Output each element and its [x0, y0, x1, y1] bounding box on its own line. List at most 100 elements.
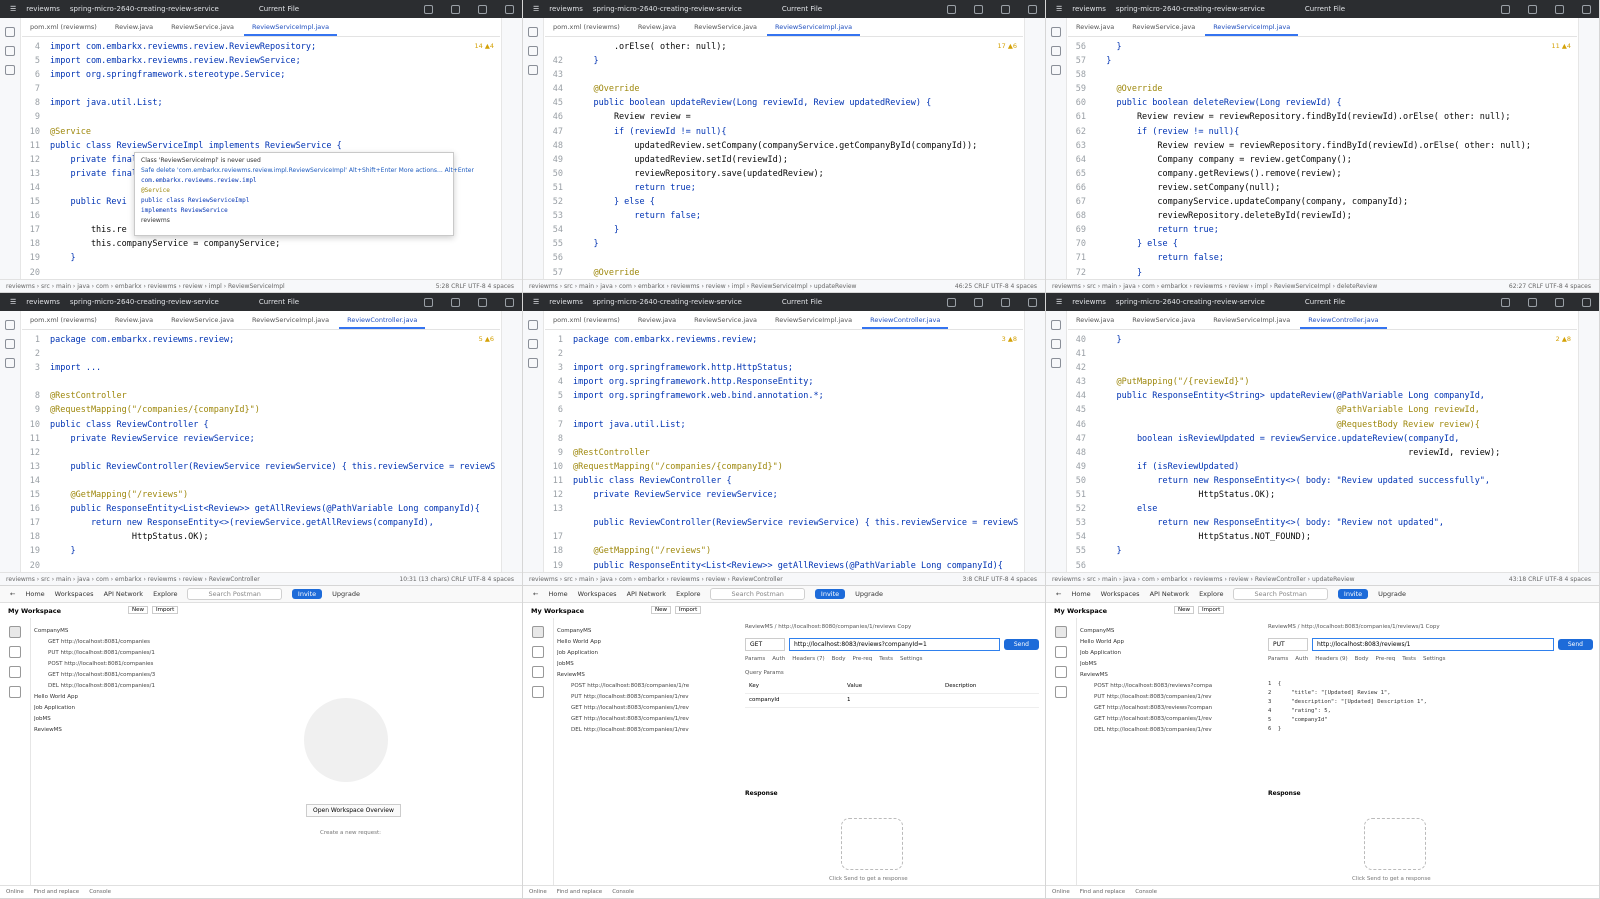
code-line[interactable]: @RequestBody Review review){	[1096, 418, 1575, 432]
code-line[interactable]	[1096, 559, 1575, 573]
status-find-replace[interactable]: Find and replace	[1080, 889, 1125, 895]
collections-icon[interactable]	[532, 626, 544, 638]
code-line[interactable]: HttpStatus.NOT_FOUND);	[1096, 530, 1575, 544]
request-tab[interactable]: Tests	[879, 656, 893, 662]
more-icon[interactable]	[5, 65, 15, 75]
status-console[interactable]: Console	[89, 889, 111, 895]
code-line[interactable]	[573, 403, 1021, 417]
back-icon[interactable]: ←	[10, 590, 15, 598]
invite-button[interactable]: Invite	[291, 589, 323, 599]
code-line[interactable]: reviewRepository.save(updatedReview);	[573, 167, 1021, 181]
code-line[interactable]: HttpStatus.OK);	[50, 530, 498, 544]
history-icon[interactable]	[532, 666, 544, 678]
method-select[interactable]: GET	[745, 637, 785, 651]
tab-review-controller[interactable]: ReviewController.java	[862, 313, 949, 329]
structure-icon[interactable]	[528, 339, 538, 349]
request-body-editor[interactable]: 1 {2 "title": "[Updated] Review 1", 3 "de…	[1268, 680, 1593, 734]
code-line[interactable]	[50, 375, 498, 389]
code-line[interactable]: private ReviewService reviewService;	[50, 432, 498, 446]
menu-icon[interactable]: ☰	[10, 5, 16, 13]
caret-position[interactable]: 10:31 (13 chars) CRLF UTF-8 4 spaces	[399, 576, 514, 583]
code-line[interactable]: boolean isReviewUpdated = reviewService.…	[1096, 432, 1575, 446]
project-name[interactable]: reviewms	[549, 5, 583, 13]
nav-home[interactable]: Home	[25, 590, 44, 598]
caret-position[interactable]: 43:18 CRLF UTF-8 4 spaces	[1509, 576, 1591, 583]
folder-icon[interactable]	[528, 320, 538, 330]
open-workspace-overview-button[interactable]: Open Workspace Overview	[306, 804, 401, 817]
code-line[interactable]: return new ResponseEntity<>( body: "Revi…	[1096, 516, 1575, 530]
search-icon[interactable]	[1001, 4, 1010, 14]
run-config[interactable]: Current File	[259, 5, 299, 13]
code-line[interactable]: import org.springframework.http.Response…	[573, 375, 1021, 389]
search-input[interactable]: Search Postman	[710, 588, 805, 600]
request-tab[interactable]: Pre-req	[853, 656, 873, 662]
code-line[interactable]: if (reviewId != null){	[573, 125, 1021, 139]
tab-review-service-impl[interactable]: ReviewServiceImpl.java	[767, 20, 861, 36]
code-line[interactable]: }	[1096, 544, 1575, 558]
upgrade-button[interactable]: Upgrade	[855, 590, 883, 598]
structure-icon[interactable]	[5, 46, 15, 56]
collection-item[interactable]: Hello World App	[34, 692, 166, 703]
search-input[interactable]: Search Postman	[187, 588, 282, 600]
project-name[interactable]: reviewms	[1072, 5, 1106, 13]
code-line[interactable]: return new ResponseEntity<>(reviewServic…	[50, 516, 498, 530]
nav-api-network[interactable]: API Network	[627, 590, 667, 598]
tab-review-controller[interactable]: ReviewController.java	[1300, 313, 1387, 329]
run-config[interactable]: Current File	[1305, 5, 1345, 13]
request-tab[interactable]: Pre-req	[1376, 656, 1396, 662]
tab-review[interactable]: Review.java	[630, 313, 684, 329]
apps-icon[interactable]	[9, 686, 21, 698]
menu-icon[interactable]: ☰	[1056, 5, 1062, 13]
collection-item[interactable]: CompanyMS	[34, 626, 166, 637]
code-line[interactable]: @RequestMapping("/companies/{companyId}"…	[50, 403, 498, 417]
request-tab[interactable]: Settings	[1423, 656, 1446, 662]
code-line[interactable]: .orElse( other: null);	[573, 40, 1021, 54]
project-name[interactable]: reviewms	[549, 298, 583, 306]
caret-position[interactable]: 62:27 CRLF UTF-8 4 spaces	[1509, 283, 1591, 290]
code-editor[interactable]: } @PutMapping("/{reviewId}") public Resp…	[1096, 333, 1575, 573]
code-line[interactable]: this.companyService = companyService;	[50, 237, 498, 251]
collection-item[interactable]: JobMS	[557, 659, 689, 670]
request-item[interactable]: PUT http://localhost:8081/companies/1	[34, 648, 166, 659]
more-icon[interactable]	[1051, 358, 1061, 368]
structure-icon[interactable]	[5, 339, 15, 349]
apps-icon[interactable]	[532, 686, 544, 698]
table-row[interactable]: companyId 1	[745, 694, 1039, 708]
code-line[interactable]: @RestController	[50, 389, 498, 403]
nav-explore[interactable]: Explore	[676, 590, 700, 598]
request-item[interactable]: GET http://localhost:8083/companies/1/re…	[1080, 714, 1212, 725]
structure-icon[interactable]	[1051, 46, 1061, 56]
tab-review-service[interactable]: ReviewService.java	[686, 20, 765, 36]
apps-icon[interactable]	[1055, 686, 1067, 698]
body-line[interactable]: 6 }	[1268, 725, 1593, 734]
code-line[interactable]: }	[1096, 40, 1575, 54]
code-line[interactable]: return false;	[573, 209, 1021, 223]
debug-icon[interactable]	[1528, 297, 1537, 307]
code-line[interactable]	[50, 446, 498, 460]
tab-review-service-impl[interactable]: ReviewServiceImpl.java	[1205, 20, 1299, 36]
code-line[interactable]: import java.util.List;	[50, 96, 498, 110]
collection-item[interactable]: Job Application	[557, 648, 689, 659]
collection-item[interactable]: ReviewMS	[34, 725, 166, 736]
code-line[interactable]: public ResponseEntity<String> updateRevi…	[1096, 389, 1575, 403]
caret-position[interactable]: 3:8 CRLF UTF-8 4 spaces	[963, 576, 1037, 583]
code-line[interactable]: return new ResponseEntity<>( body: "Revi…	[1096, 474, 1575, 488]
code-line[interactable]	[573, 530, 1021, 544]
code-line[interactable]: package com.embarkx.reviewms.review;	[50, 333, 498, 347]
search-icon[interactable]	[478, 297, 487, 307]
request-item[interactable]: GET http://localhost:8083/companies/1/re…	[557, 703, 689, 714]
debug-icon[interactable]	[974, 4, 983, 14]
code-line[interactable]: public class ReviewServiceImpl implement…	[50, 139, 498, 153]
code-line[interactable]: }	[1096, 333, 1575, 347]
folder-icon[interactable]	[5, 27, 15, 37]
send-button[interactable]: Send	[1003, 638, 1039, 650]
code-line[interactable]	[1096, 347, 1575, 361]
folder-icon[interactable]	[1051, 320, 1061, 330]
branch-name[interactable]: spring-micro-2640-creating-review-servic…	[1116, 5, 1265, 13]
debug-icon[interactable]	[974, 297, 983, 307]
code-line[interactable]	[50, 82, 498, 96]
nav-workspaces[interactable]: Workspaces	[578, 590, 617, 598]
code-line[interactable]: @GetMapping("/reviews")	[50, 488, 498, 502]
back-icon[interactable]: ←	[1056, 590, 1061, 598]
code-line[interactable]: import ...	[50, 361, 498, 375]
